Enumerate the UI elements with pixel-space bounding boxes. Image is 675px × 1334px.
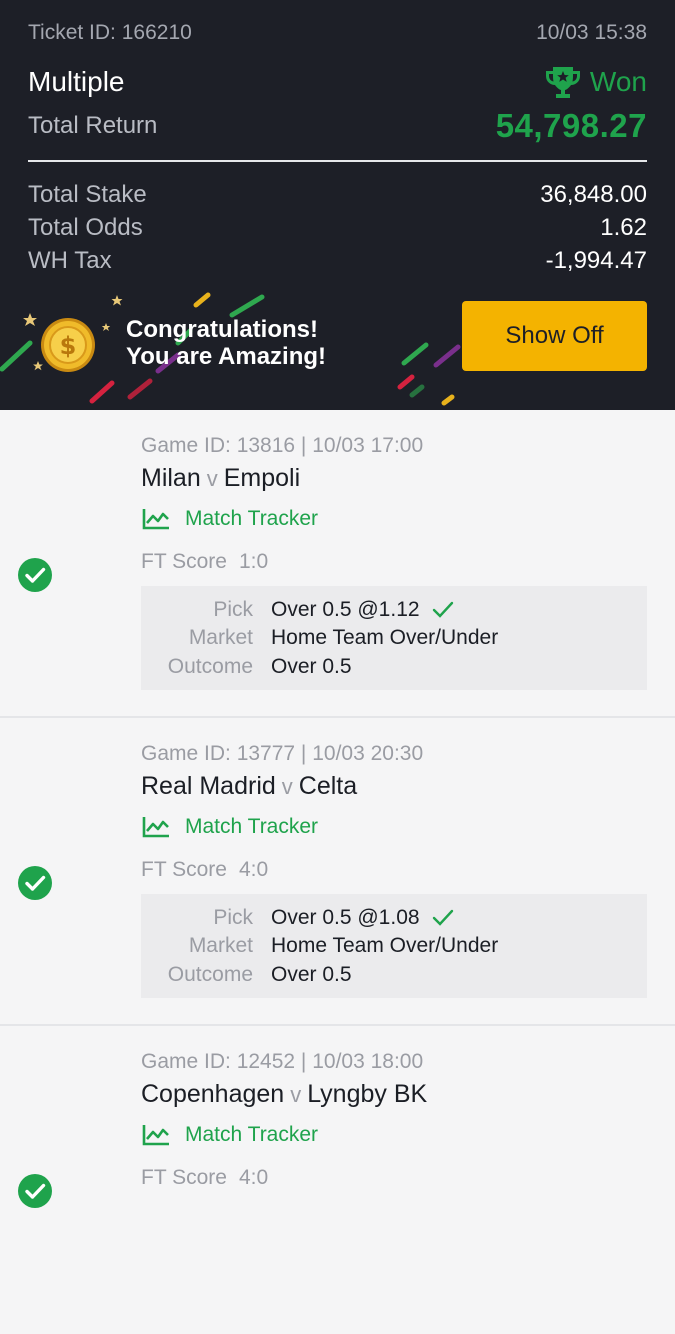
- market-value: Home Team Over/Under: [271, 934, 499, 957]
- game-item: Game ID: 13777 | 10/03 20:30 Real Madrid…: [0, 718, 675, 1026]
- ft-score-label: FT Score: [141, 550, 227, 573]
- versus-label: v: [281, 774, 293, 799]
- home-team: Copenhagen: [141, 1080, 285, 1108]
- pick-text: Over 0.5 @1.12: [271, 598, 420, 621]
- ft-score-label: FT Score: [141, 1166, 227, 1189]
- summary-row-stake: Total Stake 36,848.00: [28, 178, 647, 212]
- match-tracker-link[interactable]: Match Tracker: [141, 507, 318, 531]
- check-circle-icon: [18, 1174, 52, 1208]
- game-item: Game ID: 12452 | 10/03 18:00 Copenhagen v…: [0, 1026, 675, 1334]
- chart-line-icon: [142, 509, 169, 530]
- outcome-row: Outcome Over 0.5: [141, 653, 352, 681]
- ft-score: FT Score 1:0: [141, 550, 268, 574]
- pick-text: Over 0.5 @1.08: [271, 906, 420, 929]
- ft-score: FT Score 4:0: [141, 858, 268, 882]
- match-teams: Milan v Empoli: [141, 464, 300, 493]
- ticket-meta: Ticket ID: 166210 10/03 15:38: [28, 18, 647, 48]
- summary-label: Total Stake: [28, 181, 147, 208]
- total-return-row: Total Return 54,798.27: [28, 106, 647, 146]
- pick-value: Over 0.5 @1.08: [271, 906, 454, 930]
- game-item: Game ID: 13816 | 10/03 17:00 Milan v Empol…: [0, 410, 675, 718]
- pick-row: Pick Over 0.5 @1.12: [141, 596, 454, 624]
- away-team: Lyngby BK: [307, 1080, 428, 1108]
- summary-value: -1,994.47: [545, 247, 647, 274]
- ft-score-value: 1:0: [238, 550, 269, 573]
- market-row: Market Home Team Over/Under: [141, 624, 498, 652]
- outcome-label: Outcome: [167, 963, 253, 986]
- summary-value: 1.62: [600, 214, 647, 241]
- away-team: Empoli: [223, 464, 301, 492]
- ticket-header: Ticket ID: 166210 10/03 15:38 Multiple W…: [0, 0, 675, 410]
- ticket-datetime: 10/03 15:38: [536, 21, 647, 44]
- congrats-line-1: Congratulations!: [126, 316, 318, 343]
- status-badge: Won: [544, 64, 647, 100]
- status-text: Won: [589, 66, 647, 97]
- header-divider: [28, 160, 647, 162]
- show-off-button[interactable]: Show Off: [462, 301, 647, 371]
- outcome-row: Outcome Over 0.5: [141, 961, 352, 989]
- market-label: Market: [188, 626, 253, 649]
- svg-text:$: $: [60, 332, 77, 360]
- bet-title-row: Multiple Won: [28, 62, 647, 102]
- pick-label: Pick: [213, 906, 253, 929]
- match-teams: Copenhagen v Lyngby BK: [141, 1080, 427, 1109]
- total-return-label: Total Return: [28, 112, 158, 139]
- ft-score-value: 4:0: [238, 858, 269, 881]
- game-header: Game ID: 13816 | 10/03 17:00: [141, 434, 424, 457]
- game-header: Game ID: 12452 | 10/03 18:00: [141, 1050, 424, 1073]
- game-header: Game ID: 13777 | 10/03 20:30: [141, 742, 424, 765]
- congrats-line-2: You are Amazing!: [126, 343, 327, 370]
- outcome-value: Over 0.5: [271, 963, 352, 986]
- coin-icon: $: [41, 318, 95, 372]
- versus-label: v: [290, 1082, 302, 1107]
- ft-score: FT Score 4:0: [141, 1166, 268, 1190]
- pick-row: Pick Over 0.5 @1.08: [141, 904, 454, 932]
- home-team: Real Madrid: [141, 772, 276, 800]
- match-tracker-label: Match Tracker: [185, 507, 319, 530]
- game-list: Game ID: 13816 | 10/03 17:00 Milan v Empol…: [0, 410, 675, 1334]
- selection-details: Pick Over 0.5 @1.12 Market Home Team Ove…: [141, 586, 647, 690]
- ft-score-label: FT Score: [141, 858, 227, 881]
- match-tracker-label: Match Tracker: [185, 815, 319, 838]
- market-value: Home Team Over/Under: [271, 626, 499, 649]
- trophy-icon: [545, 67, 580, 98]
- outcome-value: Over 0.5: [271, 655, 352, 678]
- away-team: Celta: [298, 772, 358, 800]
- summary-row-odds: Total Odds 1.62: [28, 211, 647, 245]
- checkmark-icon: [432, 909, 453, 926]
- pick-value: Over 0.5 @1.12: [271, 598, 454, 622]
- check-circle-icon: [18, 558, 52, 592]
- match-tracker-link[interactable]: Match Tracker: [141, 815, 318, 839]
- summary-label: Total Odds: [28, 214, 143, 241]
- versus-label: v: [206, 466, 218, 491]
- summary-label: WH Tax: [28, 247, 112, 274]
- chart-line-icon: [142, 1125, 169, 1146]
- bet-type: Multiple: [28, 66, 125, 97]
- checkmark-icon: [432, 601, 453, 618]
- total-return-value: 54,798.27: [495, 107, 647, 144]
- outcome-label: Outcome: [167, 655, 253, 678]
- pick-label: Pick: [213, 598, 253, 621]
- market-label: Market: [188, 934, 253, 957]
- ticket-id: Ticket ID: 166210: [28, 21, 192, 44]
- match-teams: Real Madrid v Celta: [141, 772, 357, 801]
- congrats-text: Congratulations! You are Amazing!: [126, 316, 326, 370]
- chart-line-icon: [142, 817, 169, 838]
- match-tracker-label: Match Tracker: [185, 1123, 319, 1146]
- match-tracker-link[interactable]: Match Tracker: [141, 1123, 318, 1147]
- summary-value: 36,848.00: [540, 181, 647, 208]
- market-row: Market Home Team Over/Under: [141, 932, 498, 960]
- summary-row-tax: WH Tax -1,994.47: [28, 244, 647, 278]
- ft-score-value: 4:0: [238, 1166, 269, 1189]
- home-team: Milan: [141, 464, 201, 492]
- check-circle-icon: [18, 866, 52, 900]
- selection-details: Pick Over 0.5 @1.08 Market Home Team Ove…: [141, 894, 647, 998]
